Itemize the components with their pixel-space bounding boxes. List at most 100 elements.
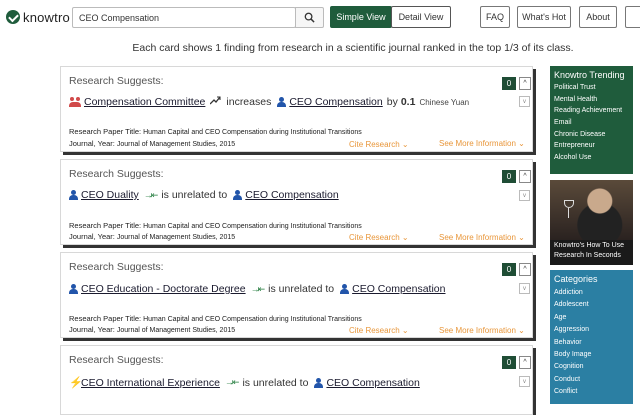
promo-image xyxy=(550,180,633,240)
category-item[interactable]: Conduct xyxy=(550,374,633,386)
object-link[interactable]: CEO Compensation xyxy=(352,283,445,295)
finding-statement: Compensation Committee increases CEO Com… xyxy=(69,96,469,108)
paper-title-label: Research Paper Title: xyxy=(69,314,142,323)
paper-title-label: Research Paper Title: xyxy=(69,127,142,136)
person-icon xyxy=(233,190,243,200)
cite-research-button[interactable]: Cite Research ⌄ xyxy=(349,326,409,335)
unrelated-arrows-icon: →⇤ xyxy=(224,377,239,387)
group-icon xyxy=(69,97,81,107)
category-item[interactable]: Addiction xyxy=(550,287,633,299)
trending-item[interactable]: Entrepreneur xyxy=(550,140,633,152)
cite-research-button[interactable]: Cite Research ⌄ xyxy=(349,233,409,242)
upvote-button[interactable]: ^ xyxy=(519,170,531,183)
trending-item[interactable]: Reading Achievement xyxy=(550,105,633,117)
top-header: knowtro Simple View Detail View FAQ What… xyxy=(0,0,640,34)
person-icon xyxy=(340,284,350,294)
by-text: by xyxy=(386,96,398,108)
logo[interactable]: knowtro xyxy=(6,8,70,26)
upvote-button[interactable]: ^ xyxy=(519,356,531,369)
paper-title: Human Capital and CEO Compensation durin… xyxy=(143,129,362,136)
journal-name: Journal of Management Studies, 2015 xyxy=(116,234,236,241)
card-heading: Research Suggests: xyxy=(69,354,164,366)
vote-count: 0 xyxy=(502,356,516,369)
upvote-button[interactable]: ^ xyxy=(519,263,531,276)
how-to-caption: Knowtro's How To Use Research In Seconds xyxy=(554,241,624,261)
object-link[interactable]: CEO Compensation xyxy=(289,96,382,108)
vote-count: 0 xyxy=(502,170,516,183)
search-button[interactable] xyxy=(295,7,324,28)
relation-text: is unrelated to xyxy=(268,283,335,295)
effect-unit: Chinese Yuan xyxy=(419,97,470,107)
paper-title: Human Capital and CEO Compensation durin… xyxy=(143,223,362,230)
category-item[interactable]: Behavior xyxy=(550,337,633,349)
relation-text: is unrelated to xyxy=(161,189,228,201)
finding-card: Research Suggests: 0 ^ v CEO Duality →⇤ … xyxy=(60,159,533,245)
category-item[interactable]: Adolescent xyxy=(550,299,633,311)
downvote-button[interactable]: v xyxy=(519,283,530,294)
trend-up-icon xyxy=(209,96,221,108)
detail-view-button[interactable]: Detail View xyxy=(391,6,451,28)
unrelated-arrows-icon: →⇤ xyxy=(143,189,158,200)
see-more-button[interactable]: See More Information ⌄ xyxy=(439,233,525,242)
effect-amount: 0.1 xyxy=(400,96,416,108)
finding-statement: ⚡ CEO International Experience →⇤ is unr… xyxy=(69,376,420,390)
finding-statement: CEO Duality →⇤ is unrelated to CEO Compe… xyxy=(69,189,339,201)
category-item[interactable]: Age xyxy=(550,312,633,324)
see-more-button[interactable]: See More Information ⌄ xyxy=(439,139,525,148)
downvote-button[interactable]: v xyxy=(519,376,530,387)
lightning-icon: ⚡ xyxy=(69,377,83,389)
paper-title: Human Capital and CEO Compensation durin… xyxy=(143,316,362,323)
journal-name: Journal of Management Studies, 2015 xyxy=(116,327,236,334)
downvote-button[interactable]: v xyxy=(519,96,530,107)
cite-research-button[interactable]: Cite Research ⌄ xyxy=(349,140,409,149)
journal-row: Journal, Year: Journal of Management Stu… xyxy=(69,325,235,334)
paper-title-row: Research Paper Title: Human Capital and … xyxy=(69,127,362,136)
subject-link[interactable]: Compensation Committee xyxy=(84,96,205,108)
categories-panel: Categories Addiction Adolescent Age Aggr… xyxy=(550,270,633,404)
object-link[interactable]: CEO Compensation xyxy=(245,189,338,201)
paper-title-label: Research Paper Title: xyxy=(69,221,142,230)
trending-item[interactable]: Email xyxy=(550,117,633,129)
more-nav-button[interactable] xyxy=(625,6,640,28)
trending-item[interactable]: Alcohol Use xyxy=(550,152,633,164)
category-item[interactable]: Cognition xyxy=(550,361,633,373)
about-button[interactable]: About xyxy=(579,6,617,28)
person-icon xyxy=(314,377,324,388)
subject-link[interactable]: CEO International Experience xyxy=(81,377,220,389)
whats-hot-button[interactable]: What's Hot xyxy=(517,6,571,28)
trending-item[interactable]: Chronic Disease xyxy=(550,129,633,141)
how-to-promo[interactable]: Knowtro's How To Use Research In Seconds xyxy=(550,180,633,265)
journal-label: Journal, Year: xyxy=(69,232,115,241)
journal-label: Journal, Year: xyxy=(69,139,115,148)
object-link[interactable]: CEO Compensation xyxy=(326,377,419,389)
logo-text: knowtro xyxy=(23,9,70,25)
paper-title-row: Research Paper Title: Human Capital and … xyxy=(69,314,362,323)
subject-link[interactable]: CEO Education - Doctorate Degree xyxy=(81,283,246,295)
person-icon xyxy=(69,284,78,294)
see-more-button[interactable]: See More Information ⌄ xyxy=(439,326,525,335)
unrelated-arrows-icon: →⇤ xyxy=(250,283,265,294)
category-item[interactable]: Conflict xyxy=(550,386,633,398)
search-icon xyxy=(304,12,315,23)
category-item[interactable]: Body Image xyxy=(550,349,633,361)
category-item[interactable]: Aggression xyxy=(550,324,633,336)
person-icon xyxy=(69,190,78,200)
downvote-button[interactable]: v xyxy=(519,190,530,201)
trending-item[interactable]: Mental Health xyxy=(550,94,633,106)
upvote-button[interactable]: ^ xyxy=(519,77,531,90)
faq-button[interactable]: FAQ xyxy=(480,6,510,28)
simple-view-button[interactable]: Simple View xyxy=(330,6,392,28)
relation-text: increases xyxy=(226,96,272,108)
trending-item[interactable]: Political Trust xyxy=(550,82,633,94)
logo-check-icon xyxy=(6,10,20,24)
trending-panel: Knowtro Trending Political Trust Mental … xyxy=(550,66,633,174)
card-heading: Research Suggests: xyxy=(69,168,164,180)
finding-statement: CEO Education - Doctorate Degree →⇤ is u… xyxy=(69,283,446,295)
categories-title: Categories xyxy=(554,274,598,284)
vote-count: 0 xyxy=(502,77,516,90)
search-input[interactable] xyxy=(72,7,296,28)
how-to-line2: Research In Seconds xyxy=(554,252,621,259)
tagline: Each card shows 1 finding from research … xyxy=(132,42,574,54)
card-heading: Research Suggests: xyxy=(69,261,164,273)
subject-link[interactable]: CEO Duality xyxy=(81,189,139,201)
